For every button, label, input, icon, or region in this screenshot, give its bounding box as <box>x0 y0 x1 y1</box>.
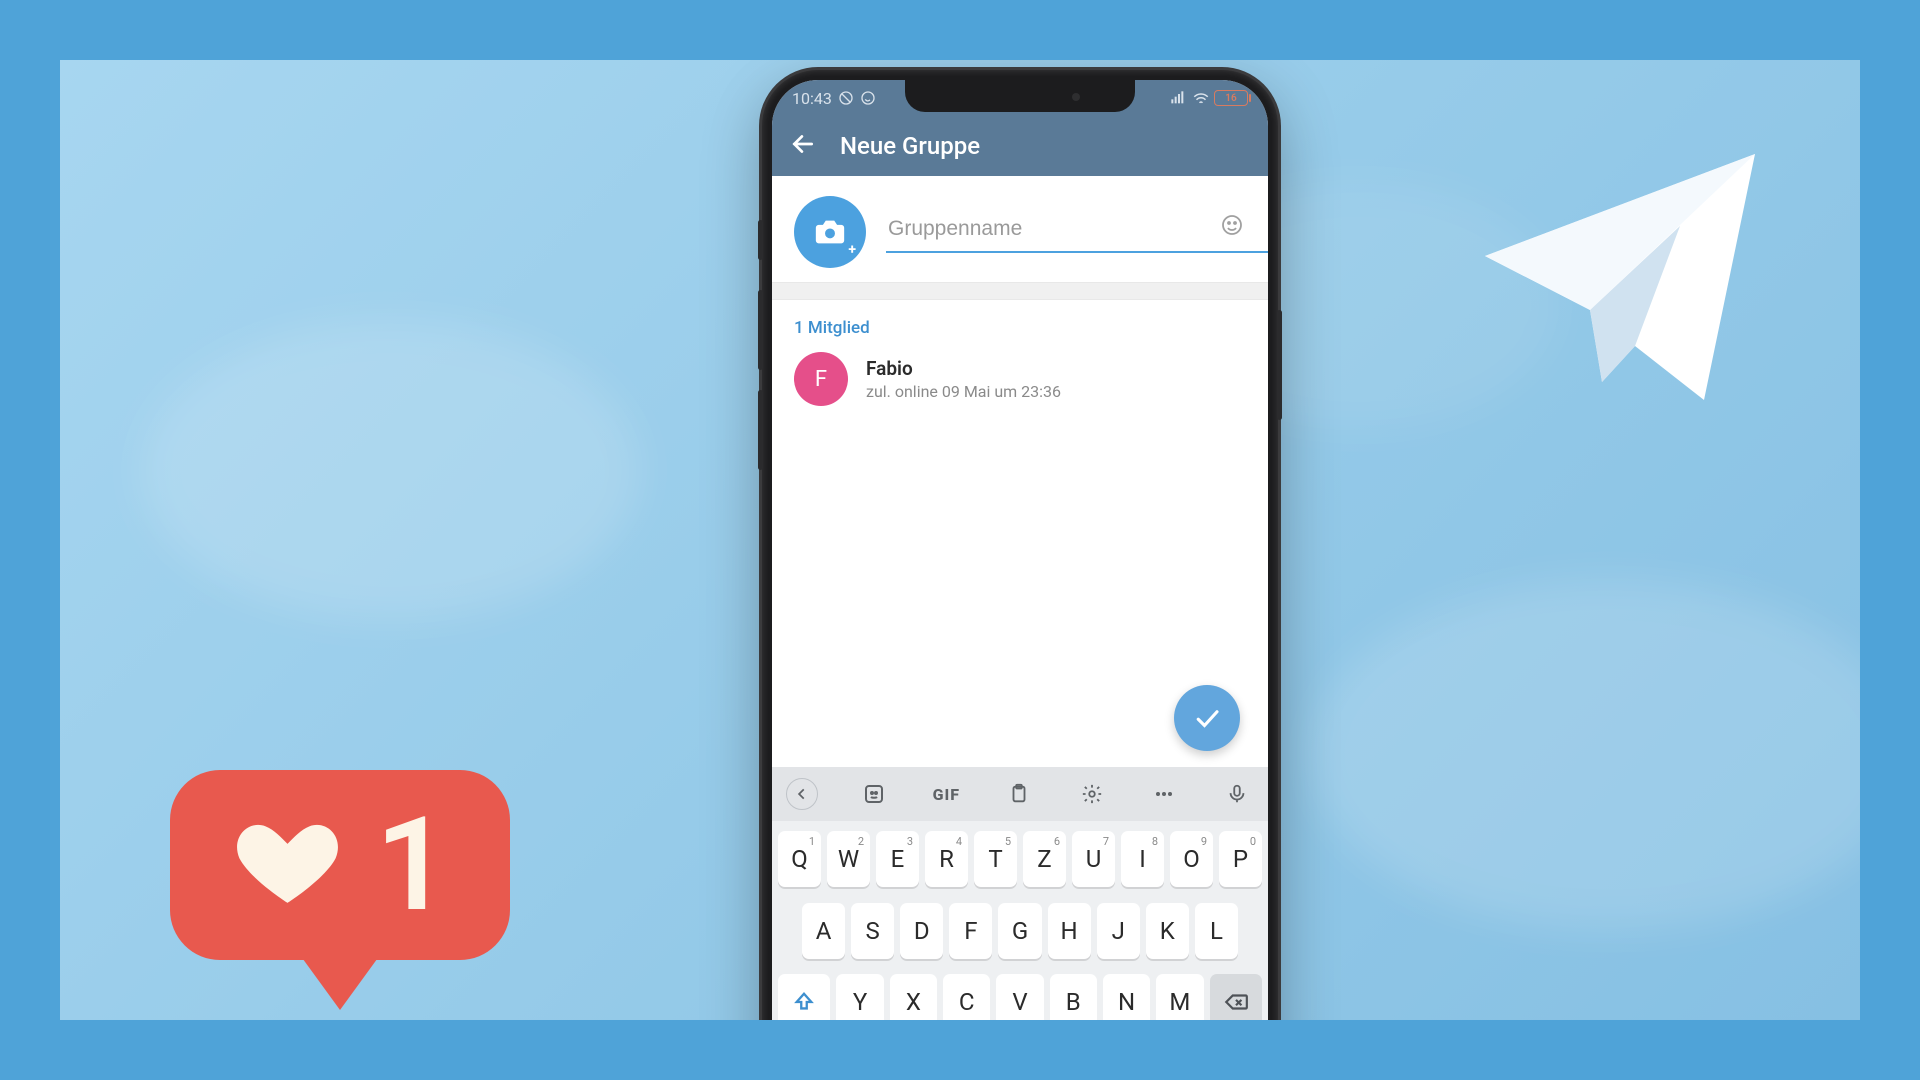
key-r[interactable]: R4 <box>925 831 968 887</box>
emoji-button[interactable] <box>1220 213 1244 241</box>
member-name: Fabio <box>866 357 1061 380</box>
member-row[interactable]: F Fabio zul. online 09 Mai um 23:36 <box>794 352 1246 406</box>
group-header: + <box>772 176 1268 282</box>
like-count: 1 <box>375 800 449 930</box>
key-w[interactable]: W2 <box>827 831 870 887</box>
key-q[interactable]: Q1 <box>778 831 821 887</box>
whatsapp-icon <box>860 90 876 106</box>
signal-icon <box>1170 90 1186 106</box>
more-button[interactable] <box>1147 777 1181 811</box>
status-time: 10:43 <box>792 89 832 108</box>
sticker-button[interactable] <box>857 777 891 811</box>
plus-icon: + <box>848 242 856 258</box>
key-u[interactable]: U7 <box>1072 831 1115 887</box>
keyboard: GIF <box>772 767 1268 1020</box>
group-name-input[interactable] <box>886 211 1268 253</box>
member-status: zul. online 09 Mai um 23:36 <box>866 382 1061 401</box>
battery-indicator: 16 <box>1214 90 1248 106</box>
key-i[interactable]: I8 <box>1121 831 1164 887</box>
key-e[interactable]: E3 <box>876 831 919 887</box>
like-badge: 1 <box>170 770 510 990</box>
key-x[interactable]: X <box>890 974 937 1020</box>
mic-button[interactable] <box>1220 777 1254 811</box>
keyboard-collapse-button[interactable] <box>786 778 818 810</box>
shift-icon <box>793 991 815 1013</box>
key-z[interactable]: Z6 <box>1023 831 1066 887</box>
key-h[interactable]: H <box>1048 903 1091 959</box>
key-c[interactable]: C <box>943 974 990 1020</box>
section-divider <box>772 282 1268 300</box>
camera-icon <box>813 215 847 249</box>
keyboard-toolbar: GIF <box>772 767 1268 821</box>
key-k[interactable]: K <box>1146 903 1189 959</box>
key-d[interactable]: D <box>900 903 943 959</box>
heart-icon <box>230 811 345 920</box>
key-p[interactable]: P0 <box>1219 831 1262 887</box>
key-s[interactable]: S <box>851 903 894 959</box>
key-a[interactable]: A <box>802 903 845 959</box>
group-photo-button[interactable]: + <box>794 196 866 268</box>
notification-icon <box>838 90 854 106</box>
avatar: F <box>794 352 848 406</box>
page-title: Neue Gruppe <box>840 132 980 160</box>
backspace-icon <box>1223 989 1249 1015</box>
app-bar: Neue Gruppe <box>772 116 1268 176</box>
check-icon <box>1192 703 1222 733</box>
back-button[interactable] <box>790 131 816 161</box>
wifi-icon <box>1192 90 1208 106</box>
key-m[interactable]: M <box>1156 974 1203 1020</box>
gif-button[interactable]: GIF <box>929 777 963 811</box>
confirm-button[interactable] <box>1174 685 1240 751</box>
key-b[interactable]: B <box>1050 974 1097 1020</box>
key-l[interactable]: L <box>1195 903 1238 959</box>
key-j[interactable]: J <box>1097 903 1140 959</box>
members-section: 1 Mitglied F Fabio zul. online 09 Mai um… <box>772 300 1268 424</box>
clipboard-button[interactable] <box>1002 777 1036 811</box>
key-y[interactable]: Y <box>836 974 883 1020</box>
key-f[interactable]: F <box>949 903 992 959</box>
shift-key[interactable] <box>778 974 830 1020</box>
telegram-logo <box>1450 130 1790 430</box>
settings-button[interactable] <box>1075 777 1109 811</box>
backspace-key[interactable] <box>1210 974 1262 1020</box>
key-g[interactable]: G <box>998 903 1041 959</box>
key-t[interactable]: T5 <box>974 831 1017 887</box>
phone-frame: 10:43 <box>762 70 1278 1020</box>
members-count: 1 Mitglied <box>794 318 1246 338</box>
key-v[interactable]: V <box>996 974 1043 1020</box>
key-n[interactable]: N <box>1103 974 1150 1020</box>
key-o[interactable]: O9 <box>1170 831 1213 887</box>
